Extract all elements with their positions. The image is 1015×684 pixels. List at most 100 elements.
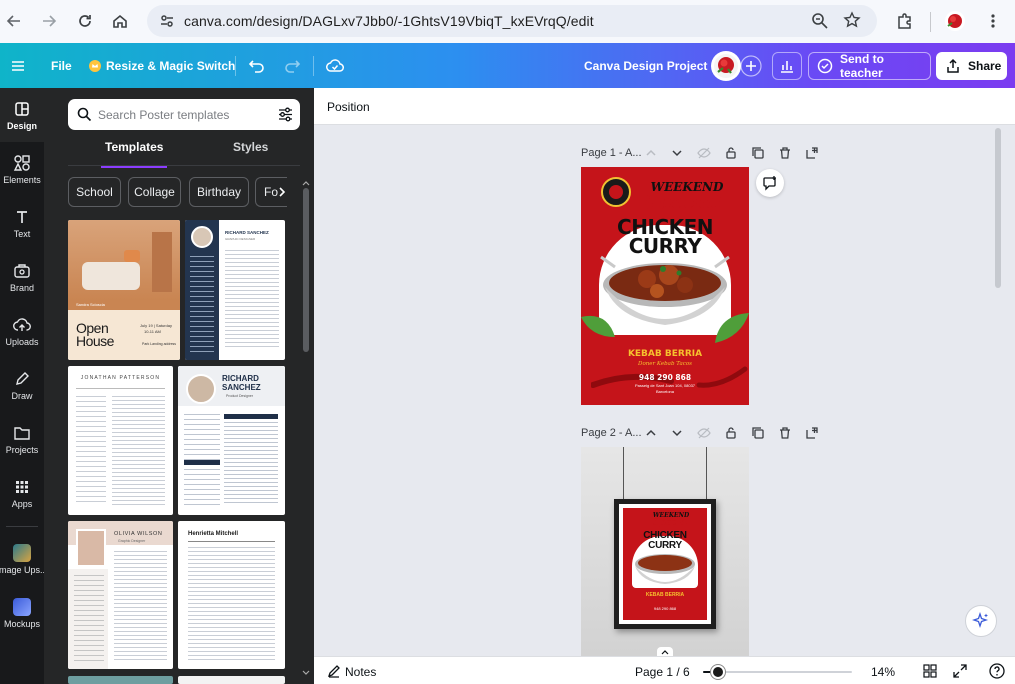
notes-icon[interactable] (327, 665, 341, 678)
show-pages-button[interactable] (657, 647, 673, 656)
browser-toolbar: canva.com/design/DAGLxv7Jbb0/-1GhtsV19Vb… (0, 0, 1015, 43)
add-page-icon[interactable] (805, 426, 819, 440)
template-partial[interactable] (178, 676, 285, 684)
reload-icon (79, 15, 91, 27)
address-bar[interactable]: canva.com/design/DAGLxv7Jbb0/-1GhtsV19Vb… (147, 5, 877, 37)
divider (235, 56, 236, 76)
back-button[interactable] (2, 9, 26, 33)
canvas-scrollbar[interactable] (995, 128, 1001, 288)
extensions-button[interactable] (893, 9, 917, 33)
resize-magic-switch-label: Resize & Magic Switch (106, 58, 236, 73)
lock-open-icon[interactable] (724, 146, 738, 160)
profile-avatar[interactable] (943, 9, 967, 33)
rail-item-projects[interactable]: Projects (0, 412, 44, 466)
project-title[interactable]: Canva Design Project (584, 43, 707, 88)
page-1-poster[interactable]: WEEKEND Special CHICKEN CURRY KEBAB BERR… (581, 167, 749, 405)
template-partial[interactable] (68, 676, 173, 684)
chip-collage[interactable]: Collage (128, 177, 181, 207)
magic-assistant-button[interactable] (965, 605, 997, 637)
resize-magic-switch-button[interactable]: Resize & Magic Switch (88, 43, 235, 88)
template-resume-olivia-wilson[interactable]: OLIVIA WILSON Graphic Designer (68, 521, 173, 669)
scrollbar-thumb[interactable] (303, 188, 309, 352)
rail-item-brand[interactable]: Brand (0, 250, 44, 304)
position-button[interactable]: Position (327, 100, 370, 114)
trash-icon[interactable] (778, 146, 792, 160)
template-search-field[interactable]: Search Poster templates (68, 99, 300, 130)
page-2-title[interactable]: Page 2 - A... (581, 427, 642, 439)
zoom-icon[interactable] (811, 12, 829, 30)
template-open-house[interactable]: Sandra Scioscia Open House July 19 | Sat… (68, 220, 180, 360)
filter-sliders-icon[interactable] (278, 107, 293, 122)
rail-item-mockups[interactable]: Mockups (0, 588, 44, 642)
page-2-mockup[interactable]: WEEKEND Special CHICKEN CURRY KEBAB BERR… (581, 447, 749, 656)
insights-button[interactable] (772, 52, 802, 80)
lock-open-icon[interactable] (724, 426, 738, 440)
rail-item-uploads[interactable]: Uploads (0, 304, 44, 358)
brand-icon (13, 262, 31, 280)
grid-view-icon[interactable] (923, 664, 937, 678)
help-icon[interactable] (989, 663, 1005, 679)
bar-chart-icon (781, 61, 793, 73)
template-resume-richard-sanchez[interactable]: RICHARD SANCHEZ GRAPHIC DESIGNER (185, 220, 285, 360)
rail-item-label: Elements (3, 175, 41, 185)
template-agent-name: Sandra Scioscia (76, 302, 105, 307)
rail-item-design[interactable]: Design (0, 88, 44, 142)
fullscreen-icon[interactable] (953, 664, 967, 678)
url-text[interactable]: canva.com/design/DAGLxv7Jbb0/-1GhtsV19Vb… (184, 13, 594, 29)
collaborator-avatar[interactable] (711, 51, 741, 81)
rail-item-label: Projects (5, 445, 39, 455)
forward-button[interactable] (37, 9, 61, 33)
add-comment-button[interactable] (756, 169, 784, 197)
bookmark-star-icon[interactable] (843, 11, 861, 29)
chevron-down-icon[interactable] (670, 146, 684, 160)
rail-item-draw[interactable]: Draw (0, 358, 44, 412)
chevron-up-icon[interactable] (644, 146, 658, 160)
site-info-icon[interactable] (159, 13, 175, 29)
redo-button[interactable] (283, 43, 301, 88)
zoom-level[interactable]: 14% (871, 665, 895, 679)
rail-item-image-upscaler[interactable]: Image Ups... (0, 534, 48, 588)
undo-button[interactable] (248, 43, 266, 88)
duplicate-page-icon[interactable] (751, 426, 765, 440)
file-menu[interactable]: File (51, 43, 72, 88)
chevron-down-icon[interactable] (670, 426, 684, 440)
zoom-slider-knob[interactable] (711, 665, 725, 679)
trash-icon[interactable] (778, 426, 792, 440)
editor-canvas-area: Position Page 1 - A... WEEKEND Special C… (314, 88, 1015, 684)
chip-school[interactable]: School (68, 177, 121, 207)
poster-restaurant-name: KEBAB BERRIA (627, 349, 703, 359)
template-resume-jonathan-patterson[interactable]: JONATHAN PATTERSON (68, 366, 173, 515)
chips-scroll-right-button[interactable] (274, 177, 290, 207)
templates-panel: Search Poster templates Templates Styles… (44, 88, 314, 684)
comment-plus-icon (763, 176, 776, 191)
send-to-teacher-button[interactable]: Send to teacher (808, 52, 931, 80)
rail-item-apps[interactable]: Apps (0, 466, 44, 520)
rail-item-label: Draw (11, 391, 33, 401)
home-button[interactable] (108, 9, 132, 33)
template-resume-henrietta-mitchell[interactable]: Henrietta Mitchell (178, 521, 285, 669)
panel-scrollbar[interactable] (302, 180, 310, 676)
arrow-right-icon (43, 15, 57, 27)
chip-birthday[interactable]: Birthday (189, 177, 249, 207)
main-menu-button[interactable] (10, 43, 26, 88)
save-status-button[interactable] (326, 43, 344, 88)
page-1-title[interactable]: Page 1 - A... (581, 147, 642, 159)
share-button[interactable]: Share (936, 52, 1007, 80)
page-indicator[interactable]: Page 1 / 6 (635, 665, 690, 679)
notes-button[interactable]: Notes (345, 665, 376, 679)
invite-button[interactable] (739, 52, 763, 80)
eye-hidden-icon[interactable] (697, 146, 711, 160)
eye-hidden-icon[interactable] (697, 426, 711, 440)
add-page-icon[interactable] (805, 146, 819, 160)
rail-item-elements[interactable]: Elements (0, 142, 44, 196)
tab-styles[interactable]: Styles (233, 140, 268, 166)
chevron-up-icon[interactable] (644, 426, 658, 440)
duplicate-page-icon[interactable] (751, 146, 765, 160)
search-placeholder: Search Poster templates (98, 108, 230, 122)
reload-button[interactable] (73, 9, 97, 33)
tab-templates[interactable]: Templates (100, 140, 168, 168)
zoom-slider-track[interactable] (703, 665, 852, 679)
browser-menu-button[interactable] (981, 9, 1005, 33)
rail-item-text[interactable]: Text (0, 196, 44, 250)
template-resume-product-designer[interactable]: RICHARD SANCHEZ Product Designer (178, 366, 285, 515)
